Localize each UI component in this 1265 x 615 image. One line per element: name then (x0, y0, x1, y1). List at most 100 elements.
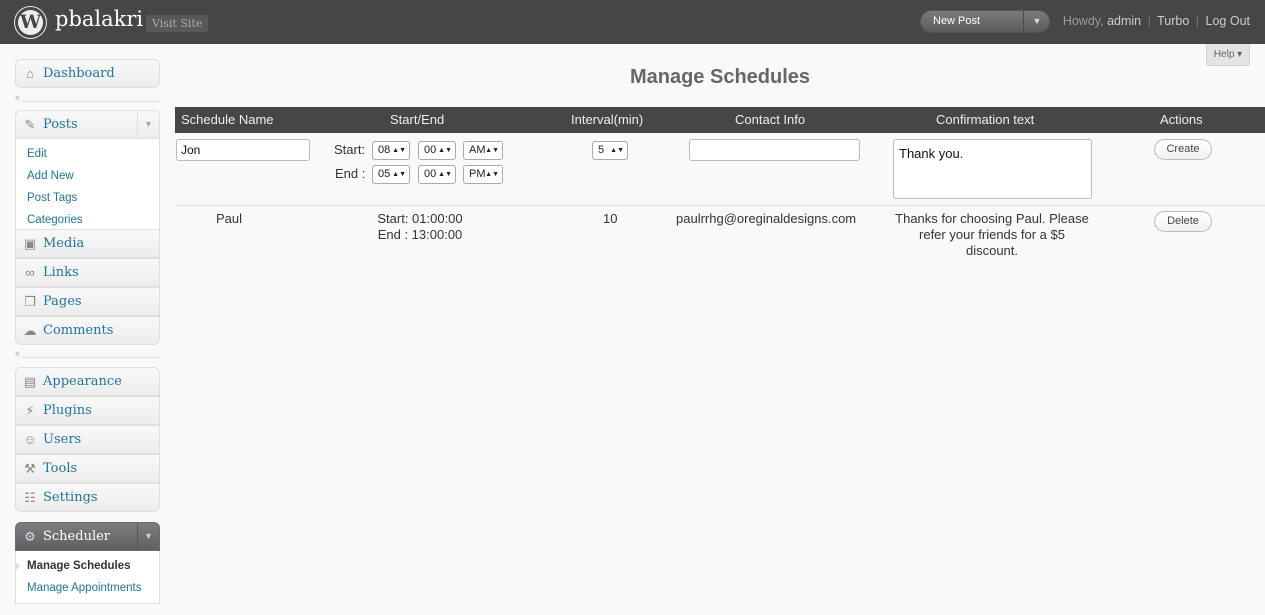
wordpress-logo-icon: W (15, 7, 46, 38)
help-tab[interactable]: Help ▾ (1206, 44, 1250, 66)
select-arrows-icon: ▲▼ (610, 147, 624, 154)
select-arrows-icon: ▲▼ (485, 171, 499, 178)
start-minute-select[interactable]: 00 ▲▼ (418, 141, 456, 160)
logout-link[interactable]: Log Out (1206, 14, 1250, 28)
select-arrows-icon: ▲▼ (438, 147, 452, 154)
sidebar-item-scheduler[interactable]: ⚙ Scheduler ▼ Manage Schedules Manage Ap… (15, 522, 160, 604)
submenu-toggle-icon[interactable]: ▼ (137, 111, 159, 138)
submenu-item-edit[interactable]: Edit (16, 143, 159, 165)
contact-info-cell: paulrrhg@oreginaldesigns.com (676, 211, 857, 226)
end-time: End : 13:00:00 (377, 227, 463, 242)
column-header-schedule-name: Schedule Name (181, 112, 274, 127)
sidebar-item-label[interactable]: Plugins (43, 403, 92, 418)
confirmation-line: refer your friends for a $5 (919, 227, 1065, 242)
column-header-interval: Interval(min) (571, 112, 644, 127)
submenu-toggle-icon[interactable]: ▼ (137, 523, 159, 550)
end-minute-value: 00 (424, 168, 437, 180)
sidebar-item-label[interactable]: Users (43, 432, 81, 447)
pages-icon: ❐ (24, 294, 36, 309)
collapse-arrow-icon[interactable]: « (15, 348, 23, 358)
link-icon: ∞ (25, 265, 35, 280)
sidebar-item-label[interactable]: Scheduler (43, 529, 110, 544)
sidebar-item-users[interactable]: ☺ Users (15, 425, 160, 454)
sidebar-item-appearance[interactable]: ▤ Appearance (15, 367, 160, 396)
end-hour-select[interactable]: 05 ▲▼ (372, 165, 410, 184)
start-ampm-select[interactable]: AM ▲▼ (463, 141, 503, 160)
site-title[interactable]: pbalakri (55, 7, 143, 31)
separator: | (1195, 14, 1200, 28)
column-header-contact-info: Contact Info (735, 112, 806, 127)
separator: | (1147, 14, 1151, 28)
submenu-item-manage-schedules[interactable]: Manage Schedules (16, 555, 159, 577)
appearance-icon: ▤ (23, 374, 37, 389)
sidebar-item-label[interactable]: Links (43, 265, 79, 280)
menu-separator: « (15, 92, 160, 102)
favorite-actions-toggle-icon[interactable]: ▼ (1023, 11, 1050, 32)
interval-value: 5 (598, 144, 605, 156)
column-header-actions: Actions (1160, 112, 1203, 127)
current-item-arrow-icon (15, 561, 20, 571)
select-arrows-icon: ▲▼ (392, 147, 406, 154)
table-row: Paul Start: 01:00:00 End : 13:00:00 10 p… (175, 206, 1265, 266)
submenu-item-add-new[interactable]: Add New (16, 165, 159, 187)
select-arrows-icon: ▲▼ (485, 147, 499, 154)
interval-cell: 10 (603, 211, 618, 226)
start-time: Start: 01:00:00 (377, 211, 463, 226)
submenu-item-categories[interactable]: Categories (16, 209, 159, 231)
visit-site-button[interactable]: Visit Site (146, 15, 209, 32)
interval-select[interactable]: 5 ▲▼ (592, 141, 628, 160)
pushpin-icon: ✎ (24, 117, 36, 132)
select-arrows-icon: ▲▼ (392, 171, 406, 178)
sidebar-item-label[interactable]: Dashboard (43, 66, 115, 81)
comment-icon: ☁ (23, 323, 37, 338)
scheduler-submenu: Manage Schedules Manage Appointments (15, 551, 160, 604)
menu-separator: « (15, 348, 160, 358)
favorite-actions[interactable]: New Post ▼ (920, 10, 1050, 33)
sidebar-item-plugins[interactable]: ⚡ Plugins (15, 396, 160, 425)
sidebar-item-label[interactable]: Appearance (43, 374, 122, 389)
sidebar-item-posts[interactable]: ✎ Posts ▼ Edit Add New Post Tags Categor… (15, 110, 160, 236)
new-schedule-form: Jon Start: 08 ▲▼ 00 ▲▼ AM ▲▼ End : 05 ▲▼ 00 ▲… (175, 133, 1265, 206)
sidebar-item-media[interactable]: ▣ Media (15, 229, 160, 258)
schedule-name-input[interactable]: Jon (176, 139, 310, 161)
column-header-start-end: Start/End (390, 112, 445, 127)
sidebar-item-label[interactable]: Tools (43, 461, 77, 476)
select-arrows-icon: ▲▼ (438, 171, 452, 178)
sidebar-item-comments[interactable]: ☁ Comments (15, 316, 160, 345)
sidebar-item-dashboard[interactable]: ⌂ Dashboard (15, 59, 160, 88)
sidebar-item-tools[interactable]: ⚒ Tools (15, 454, 160, 483)
sidebar-item-label[interactable]: Pages (43, 294, 82, 309)
users-icon: ☺ (23, 432, 37, 447)
user-profile-link[interactable]: admin (1107, 14, 1141, 28)
new-post-action[interactable]: New Post (933, 15, 980, 27)
table-header: Schedule Name Start/End Interval(min) Co… (175, 107, 1265, 133)
end-minute-select[interactable]: 00 ▲▼ (418, 165, 456, 184)
confirmation-line: Thanks for choosing Paul. Please (895, 211, 1089, 226)
confirmation-text-textarea[interactable]: Thank you. (893, 139, 1092, 199)
sidebar-item-label[interactable]: Settings (43, 490, 98, 505)
sidebar-item-label[interactable]: Comments (43, 323, 113, 338)
admin-header: W pbalakri Visit Site New Post ▼ Howdy, … (0, 0, 1265, 44)
start-hour-select[interactable]: 08 ▲▼ (372, 141, 410, 160)
end-ampm-select[interactable]: PM ▲▼ (463, 165, 503, 184)
contact-info-input[interactable] (689, 139, 860, 161)
howdy-label: Howdy, (1062, 14, 1104, 28)
sidebar-item-settings[interactable]: ☷ Settings (15, 483, 160, 512)
create-button[interactable]: Create (1154, 139, 1212, 160)
start-minute-value: 00 (424, 144, 437, 156)
settings-icon: ☷ (24, 490, 36, 505)
start-label: Start: (334, 142, 366, 157)
start-end-cell: Start: 01:00:00 End : 13:00:00 (340, 211, 500, 243)
sidebar-item-label[interactable]: Media (43, 236, 84, 251)
confirmation-line: discount. (965, 243, 1019, 258)
submenu-item-manage-appointments[interactable]: Manage Appointments (16, 577, 159, 599)
sidebar-item-links[interactable]: ∞ Links (15, 258, 160, 287)
end-ampm-value: PM (469, 168, 486, 180)
sidebar-item-label[interactable]: Posts (43, 117, 78, 132)
page-title: Manage Schedules (629, 66, 811, 88)
collapse-arrow-icon[interactable]: « (15, 92, 23, 102)
delete-button[interactable]: Delete (1154, 211, 1212, 232)
turbo-link[interactable]: Turbo (1157, 14, 1189, 28)
sidebar-item-pages[interactable]: ❐ Pages (15, 287, 160, 316)
submenu-item-post-tags[interactable]: Post Tags (16, 187, 159, 209)
